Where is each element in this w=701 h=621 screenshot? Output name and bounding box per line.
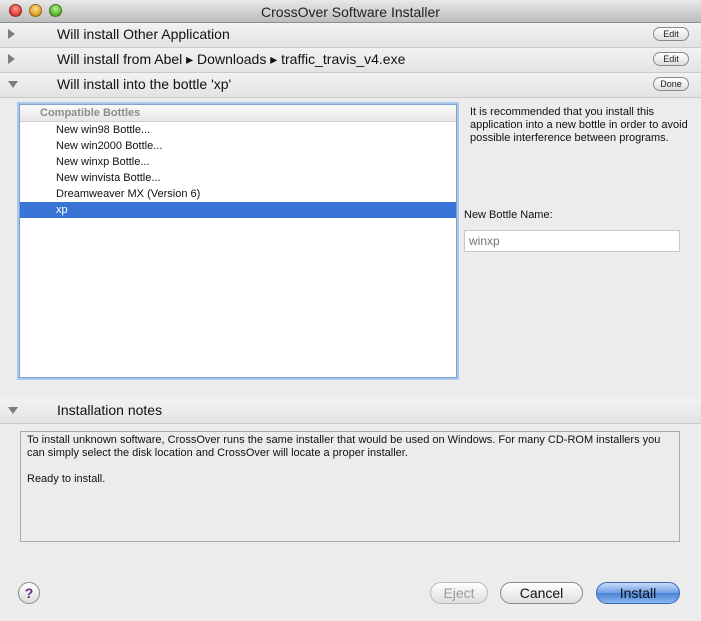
edit-application-button[interactable]: Edit [653, 27, 689, 41]
window-title: CrossOver Software Installer [261, 4, 440, 20]
bottle-item-selected[interactable]: xp [20, 202, 456, 218]
install-button[interactable]: Install [596, 582, 680, 604]
application-summary: Will install Other Application [57, 26, 230, 42]
help-button[interactable]: ? [18, 582, 40, 604]
disclosure-down-icon[interactable] [8, 407, 18, 414]
notes-title: Installation notes [57, 402, 163, 418]
disclosure-right-icon[interactable] [8, 54, 15, 64]
bottle-item[interactable]: New win2000 Bottle... [20, 138, 456, 154]
title-bar[interactable]: CrossOver Software Installer [0, 0, 701, 23]
notes-paragraph: To install unknown software, CrossOver r… [27, 434, 661, 459]
source-summary: Will install from Abel ▸ Downloads ▸ tra… [57, 51, 406, 67]
list-header: Compatible Bottles [20, 105, 456, 122]
ready-status: Ready to install. [27, 473, 106, 485]
disclosure-right-icon[interactable] [8, 29, 15, 39]
bottle-item[interactable]: Dreamweaver MX (Version 6) [20, 186, 456, 202]
bottle-item[interactable]: New win98 Bottle... [20, 122, 456, 138]
eject-button[interactable]: Eject [430, 582, 488, 604]
section-bottle[interactable]: Will install into the bottle 'xp' Done [0, 73, 701, 98]
section-notes[interactable]: Installation notes [0, 399, 701, 424]
disclosure-down-icon[interactable] [8, 81, 18, 88]
compatible-bottles-list[interactable]: Compatible Bottles New win98 Bottle... N… [19, 104, 457, 378]
new-bottle-name-label: New Bottle Name: [464, 209, 553, 221]
section-application[interactable]: Will install Other Application Edit [0, 23, 701, 48]
bottle-item[interactable]: New winvista Bottle... [20, 170, 456, 186]
recommendation-text: It is recommended that you install this … [470, 106, 688, 144]
cancel-button[interactable]: Cancel [500, 582, 583, 604]
bottle-summary: Will install into the bottle 'xp' [57, 76, 232, 92]
installation-notes-box: To install unknown software, CrossOver r… [20, 431, 680, 542]
section-source[interactable]: Will install from Abel ▸ Downloads ▸ tra… [0, 48, 701, 73]
installer-window: CrossOver Software Installer Will instal… [0, 0, 701, 621]
bottle-item[interactable]: New winxp Bottle... [20, 154, 456, 170]
new-bottle-name-input[interactable] [464, 230, 680, 252]
edit-source-button[interactable]: Edit [653, 52, 689, 66]
done-bottle-button[interactable]: Done [653, 77, 689, 91]
